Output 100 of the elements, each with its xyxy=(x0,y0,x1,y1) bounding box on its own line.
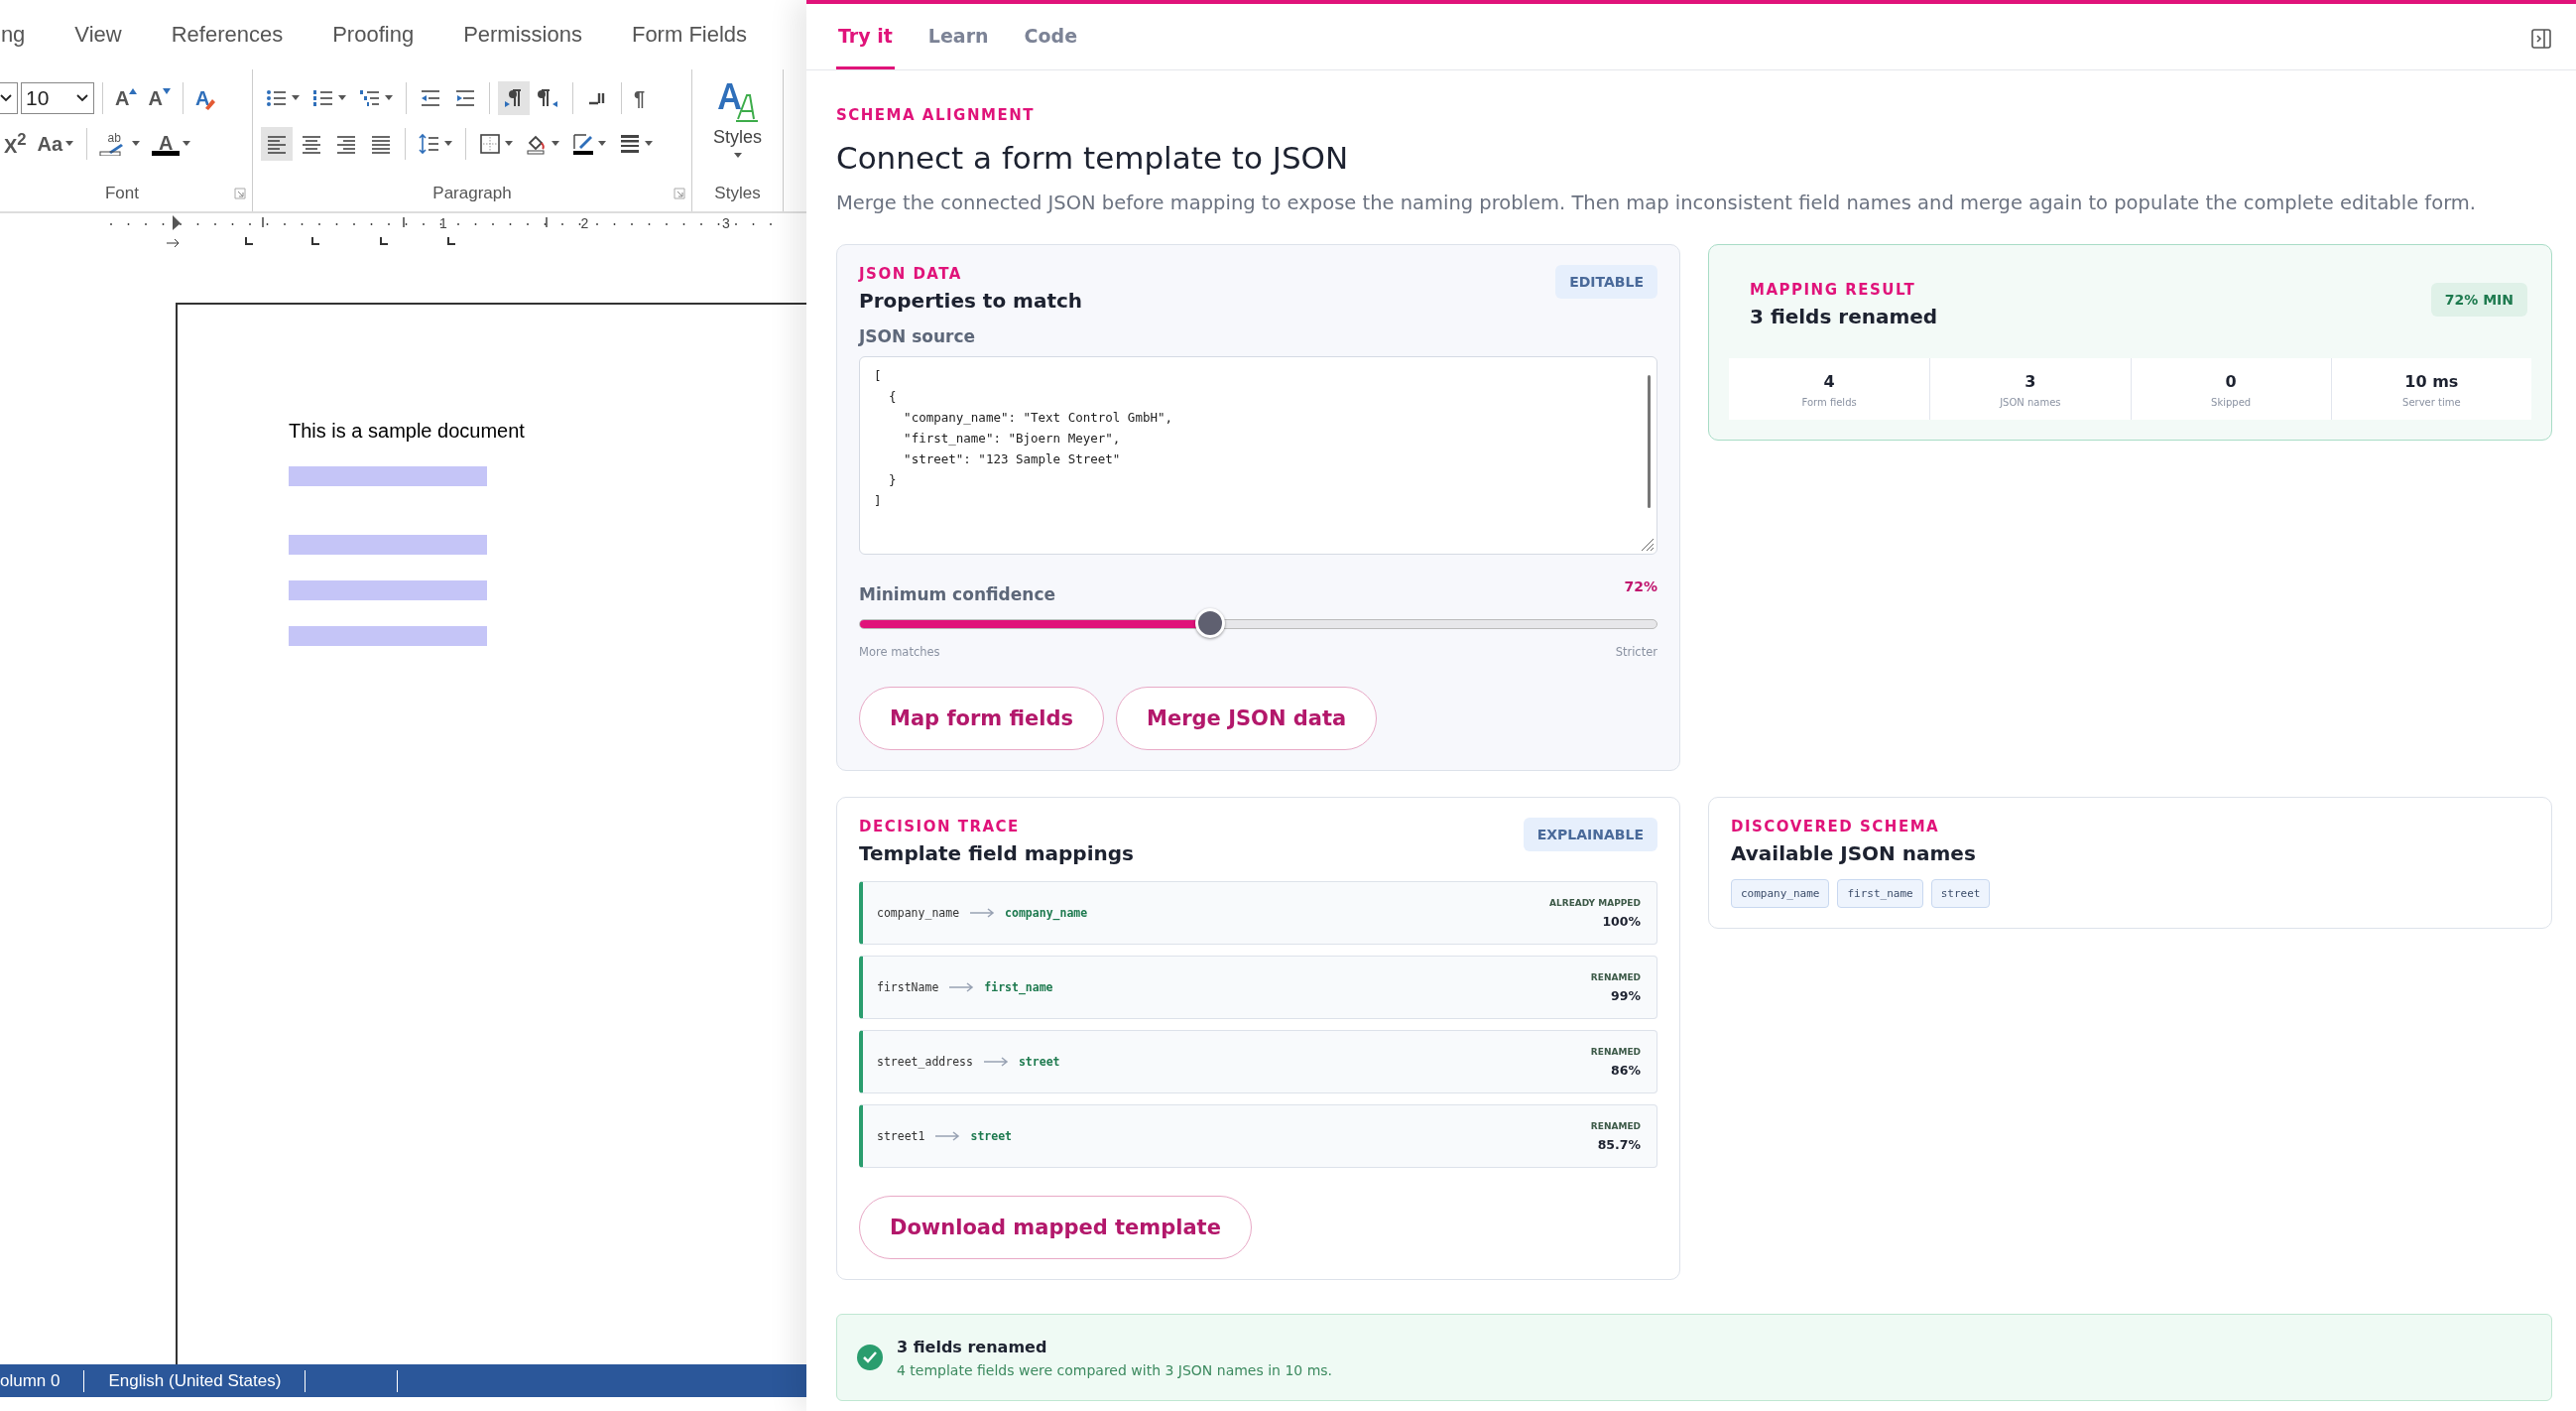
json-name-chip: street xyxy=(1930,879,1991,908)
ribbon-tab[interactable]: View xyxy=(74,22,122,48)
styles-button[interactable]: Styles xyxy=(713,75,762,176)
card-title: Available JSON names xyxy=(1731,841,1976,865)
caret-icon xyxy=(384,94,394,102)
ribbon-tab[interactable]: Proofing xyxy=(332,22,415,48)
json-name-chip: first_name xyxy=(1837,879,1923,908)
page-description: Merge the connected JSON before mapping to expose the naming problem. Then map inconsistent field names and merge again to populate the complete editable form. xyxy=(836,192,2477,214)
panel-tab[interactable]: Try it xyxy=(836,4,895,69)
panel-tab[interactable]: Learn xyxy=(925,4,991,69)
mapping-confidence: 99% xyxy=(1611,987,1641,1003)
ruler-number: 3 xyxy=(722,215,730,231)
download-button[interactable]: Download mapped template xyxy=(859,1196,1252,1259)
page-title: Connect a form template to JSON xyxy=(836,140,1350,176)
launcher-icon[interactable] xyxy=(234,188,246,199)
ribbon-tab[interactable]: References xyxy=(171,22,284,48)
form-field[interactable] xyxy=(289,580,487,600)
card-title: Properties to match xyxy=(859,289,1083,313)
left-button[interactable] xyxy=(261,127,293,161)
ribbon-tab[interactable]: ing xyxy=(0,22,26,48)
caret-icon xyxy=(597,140,607,148)
card-eyebrow: DECISION TRACE xyxy=(859,818,1020,835)
arrow-icon xyxy=(948,982,975,992)
caret-icon xyxy=(644,140,654,148)
action-button[interactable]: Map form fields xyxy=(859,687,1105,750)
chevron-icon xyxy=(0,93,13,103)
status-item: English (United States) xyxy=(108,1369,307,1392)
template-field-name: street1 xyxy=(877,1129,925,1143)
group-label: Font xyxy=(104,183,140,204)
action-button[interactable]: Merge JSON data xyxy=(1116,687,1378,750)
json-source-field[interactable]: [ { "company_name": "Text Control GmbH", "first_name": "Bjoern Meyer", "street": "123 Sample Street" } ] xyxy=(859,356,1657,555)
case-button[interactable]: Aa xyxy=(33,127,79,161)
ltr-button[interactable] xyxy=(498,81,530,115)
launcher-icon[interactable] xyxy=(674,188,685,199)
stat-label: Server time xyxy=(2402,397,2461,408)
caret-icon xyxy=(551,140,560,148)
mapping-status: ALREADY MAPPED xyxy=(1549,897,1641,908)
ribbon-tab[interactable]: Permissions xyxy=(463,22,582,48)
arrow-icon xyxy=(934,1131,961,1141)
font-name-dropdown[interactable] xyxy=(0,82,18,114)
stat-value: 0 xyxy=(2225,372,2237,391)
status-item: olumn 0 xyxy=(0,1369,85,1392)
mapping-status: RENAMED xyxy=(1590,971,1641,982)
ribbon-tab[interactable]: Form Fields xyxy=(631,22,748,48)
stat-value: 4 xyxy=(1823,372,1835,391)
change-case-label: Aa xyxy=(37,132,63,156)
json-name-chip: company_name xyxy=(1731,879,1830,908)
json-name: first_name xyxy=(984,980,1053,994)
lines-icon xyxy=(618,132,642,156)
fontcolor-button[interactable]: A xyxy=(148,127,196,161)
show-marks-label: ¶ xyxy=(634,86,646,110)
json-name: street xyxy=(1018,1055,1060,1069)
card-eyebrow: JSON DATA xyxy=(859,265,962,283)
mapping-confidence: 100% xyxy=(1602,913,1641,929)
banner-title: 3 fields renamed xyxy=(897,1337,1048,1356)
editable-badge: EDITABLE xyxy=(1555,265,1657,299)
mapping-confidence: 85.7% xyxy=(1597,1136,1641,1152)
slider-thumb[interactable] xyxy=(1195,608,1226,638)
banner-message: 4 template fields were compared with 3 JSON names in 10 ms. xyxy=(897,1361,1333,1378)
arrow-icon xyxy=(969,908,996,918)
mapping-status: RENAMED xyxy=(1590,1120,1641,1131)
caret-icon xyxy=(64,140,75,148)
stat-label: JSON names xyxy=(2000,397,2061,408)
mapping-status: RENAMED xyxy=(1590,1046,1641,1057)
json-name: company_name xyxy=(1005,906,1088,920)
caret-icon xyxy=(337,94,347,102)
ruler-number: 2 xyxy=(580,215,589,231)
check-icon xyxy=(857,1345,883,1370)
arrow-icon xyxy=(982,1057,1009,1067)
chevron-icon xyxy=(75,93,89,103)
card-title: Template field mappings xyxy=(859,841,1134,865)
caret-icon xyxy=(182,140,192,148)
panel-tab[interactable]: Code xyxy=(1022,4,1080,69)
highlight-button[interactable]: ab xyxy=(95,127,146,161)
pen-icon xyxy=(571,132,595,156)
card-eyebrow: MAPPING RESULT xyxy=(1750,281,1916,299)
stat-label: Form fields xyxy=(1801,397,1857,408)
card-title: 3 fields renamed xyxy=(1750,305,1938,328)
stat-value: 10 ms xyxy=(2404,372,2459,391)
font-size-dropdown[interactable]: 10 xyxy=(21,82,94,114)
marks-button[interactable]: ¶ xyxy=(630,81,650,115)
caret-icon xyxy=(131,140,142,148)
caret-icon xyxy=(504,140,514,148)
stat-value: 3 xyxy=(2024,372,2036,391)
template-field-name: firstName xyxy=(877,980,939,994)
template-field-name: company_name xyxy=(877,906,960,920)
resize-grip-icon[interactable] xyxy=(1639,536,1655,552)
document-text: This is a sample document xyxy=(289,419,525,443)
form-field[interactable] xyxy=(289,535,487,555)
collapse-panel-icon[interactable] xyxy=(2530,28,2552,50)
caret-icon xyxy=(443,140,453,148)
threshold-badge: 72% MIN xyxy=(2430,283,2527,317)
slider-reading: 72% xyxy=(1624,578,1657,594)
slider-label: Minimum confidence xyxy=(859,584,1055,604)
caret-icon xyxy=(732,152,743,160)
form-field[interactable] xyxy=(289,626,487,646)
slider-max-label: Stricter xyxy=(1615,645,1657,659)
form-field[interactable] xyxy=(289,466,487,486)
group-label: Paragraph xyxy=(431,183,513,204)
field-label: JSON source xyxy=(859,326,977,346)
